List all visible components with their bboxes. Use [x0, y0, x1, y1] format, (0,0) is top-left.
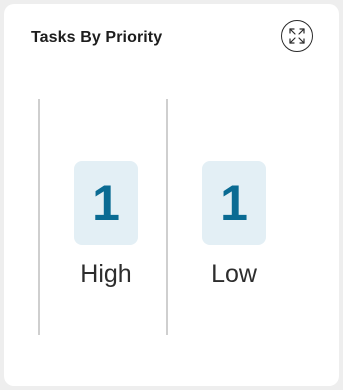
priority-column-high[interactable]: 1 High — [40, 94, 166, 344]
priority-count-high: 1 — [74, 161, 138, 245]
tasks-by-priority-widget: Tasks By Priority 12 Normal — [4, 4, 339, 386]
expand-button[interactable] — [281, 20, 313, 52]
priority-label-low: Low — [211, 260, 257, 288]
priority-column-low[interactable]: 1 Low — [168, 94, 294, 344]
priority-label-high: High — [80, 260, 132, 288]
expand-arrows-icon — [289, 28, 305, 44]
widget-title: Tasks By Priority — [31, 29, 163, 46]
priority-column-normal[interactable]: 12 Normal — [18, 94, 38, 344]
priority-carousel[interactable]: 12 Normal 1 High 1 Low — [18, 94, 319, 344]
priority-count-low: 1 — [202, 161, 266, 245]
